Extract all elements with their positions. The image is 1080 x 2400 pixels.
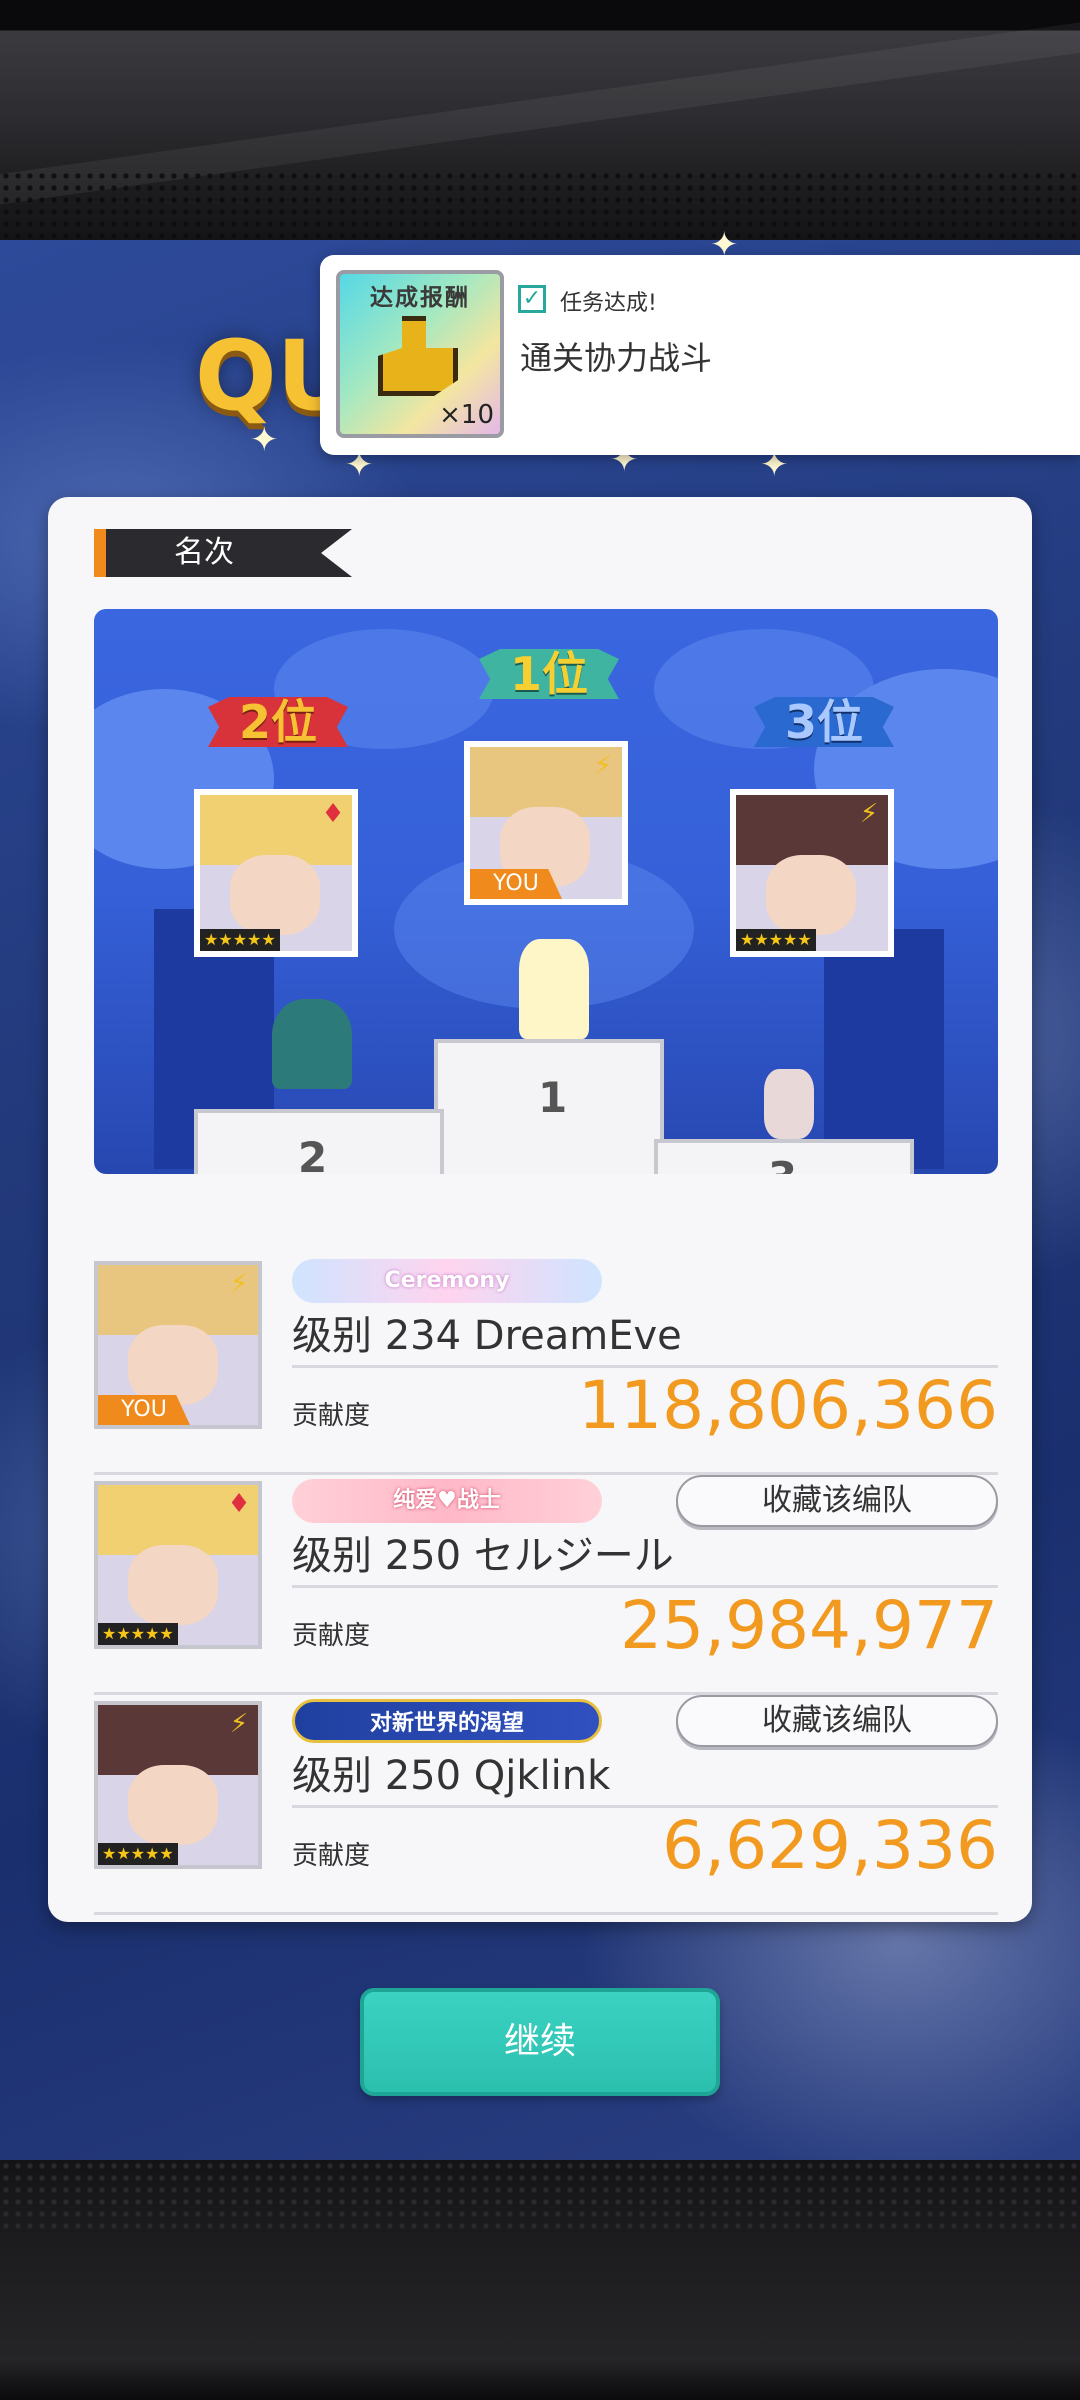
player-avatar[interactable]: ♦ ★★★★★ <box>94 1481 262 1649</box>
contribution-label: 贡献度 <box>292 1621 371 1651</box>
ranking-row-1: ⚡ YOU Ceremony 级别 234 DreamEve 贡献度 118,8… <box>94 1255 998 1475</box>
podium-second: 2 <box>194 1109 444 1174</box>
you-tag: YOU <box>98 1395 190 1425</box>
third-place-ribbon: 3位 <box>754 697 894 747</box>
rarity-stars: ★★★★★ <box>98 1623 178 1645</box>
rarity-stars: ★★★★★ <box>200 929 280 951</box>
character-sprite <box>519 939 589 1039</box>
podium-number: 2 <box>298 1133 328 1174</box>
diamond-icon: ♦ <box>321 799 345 829</box>
top-frame-dots <box>0 170 1080 240</box>
player-name: 级别 250 Qjklink <box>292 1753 611 1799</box>
contribution-label: 贡献度 <box>292 1841 371 1871</box>
title-badge: 对新世界的渴望 <box>292 1699 602 1743</box>
portrait-art <box>128 1765 218 1845</box>
favorite-team-button[interactable]: 收藏该编队 <box>676 1695 998 1747</box>
portrait-art <box>128 1325 218 1405</box>
continue-button[interactable]: 继续 <box>360 1988 720 2096</box>
mission-name: 通关协力战斗 <box>520 339 713 377</box>
rarity-stars: ★★★★★ <box>98 1843 178 1865</box>
player-name: 级别 234 DreamEve <box>292 1313 682 1359</box>
favorite-team-button[interactable]: 收藏该编队 <box>676 1475 998 1527</box>
podium-scene: 2位 1位 3位 ♦ ★★★★★ ⚡ YOU ⚡ ★★★★★ 1 2 <box>94 609 998 1174</box>
mission-status: 任务达成! <box>560 291 657 316</box>
player-avatar[interactable]: ⚡ ★★★★★ <box>94 1701 262 1869</box>
top-frame <box>0 0 1080 240</box>
first-place-portrait: ⚡ YOU <box>464 741 628 905</box>
contribution-label: 贡献度 <box>292 1401 371 1431</box>
section-title: 名次 <box>174 535 234 570</box>
player-name: 级别 250 セルジール <box>292 1533 674 1579</box>
portrait-art <box>230 855 320 935</box>
mission-complete-toast: 达成报酬 ×10 ✓ 任务达成! 通关协力战斗 <box>320 255 1080 455</box>
bottom-frame <box>0 2160 1080 2400</box>
contribution-score: 118,806,366 <box>578 1367 998 1444</box>
lightning-icon: ⚡ <box>593 751 613 781</box>
result-panel: 名次 2位 1位 3位 ♦ ★★★★★ ⚡ YOU ⚡ ★★★★★ 1 2 ⚡ … <box>48 497 1032 1922</box>
second-place-label: 2位 <box>238 695 317 749</box>
lightning-icon: ⚡ <box>859 799 879 829</box>
section-tab: 名次 <box>94 529 352 577</box>
reward-count: ×10 <box>439 400 494 430</box>
lightning-icon: ⚡ <box>229 1709 249 1739</box>
reward-thumbnail: 达成报酬 ×10 <box>336 270 504 438</box>
sparkle-icon: ✦ <box>250 420 279 460</box>
bottom-frame-dots <box>0 2160 1080 2230</box>
ranking-row-2: ♦ ★★★★★ 纯爱♥战士 收藏该编队 级别 250 セルジール 贡献度 25,… <box>94 1475 998 1695</box>
second-place-portrait: ♦ ★★★★★ <box>194 789 358 957</box>
podium-number: 3 <box>768 1153 797 1174</box>
title-badge: 纯爱♥战士 <box>292 1479 602 1523</box>
gold-item-icon <box>378 316 458 396</box>
contribution-score: 6,629,336 <box>662 1807 998 1884</box>
you-tag: YOU <box>470 869 562 899</box>
third-place-label: 3位 <box>784 695 863 749</box>
lightning-icon: ⚡ <box>229 1269 249 1299</box>
ranking-row-3: ⚡ ★★★★★ 对新世界的渴望 收藏该编队 级别 250 Qjklink 贡献度… <box>94 1695 998 1915</box>
portrait-art <box>128 1545 218 1625</box>
podium-number: 1 <box>538 1073 568 1122</box>
first-place-ribbon: 1位 <box>479 649 619 699</box>
first-place-label: 1位 <box>509 647 588 701</box>
checkbox-icon: ✓ <box>518 285 546 313</box>
podium-first: 1 <box>434 1039 664 1174</box>
portrait-art <box>766 855 856 935</box>
character-sprite <box>764 1069 814 1139</box>
title-badge: Ceremony <box>292 1259 602 1303</box>
third-place-portrait: ⚡ ★★★★★ <box>730 789 894 957</box>
player-avatar[interactable]: ⚡ YOU <box>94 1261 262 1429</box>
second-place-ribbon: 2位 <box>208 697 348 747</box>
contribution-score: 25,984,977 <box>620 1587 998 1664</box>
tower-right <box>824 929 944 1169</box>
reward-label: 达成报酬 <box>370 285 470 311</box>
character-sprite <box>272 999 352 1089</box>
rarity-stars: ★★★★★ <box>736 929 816 951</box>
podium-third: 3 <box>654 1139 914 1174</box>
diamond-icon: ♦ <box>227 1489 251 1519</box>
